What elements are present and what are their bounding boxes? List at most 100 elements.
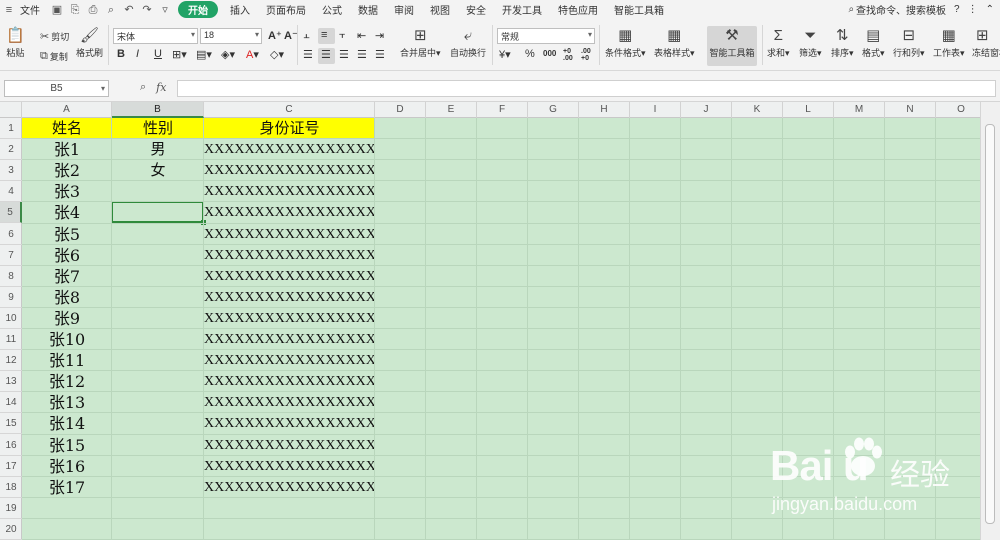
decrease-font-icon[interactable]: A⁻ — [284, 29, 298, 42]
cell-style-icon[interactable]: ▤▾ — [196, 48, 212, 61]
cell-id[interactable]: XXXXXXXXXXXXXXXXXX — [204, 308, 375, 329]
fx-icon[interactable]: fx — [156, 81, 166, 94]
cell-id[interactable]: XXXXXXXXXXXXXXXXXX — [204, 392, 375, 413]
scrollbar-thumb[interactable] — [985, 124, 995, 524]
currency-icon[interactable]: ¥▾ — [499, 48, 511, 61]
hamburger-icon[interactable]: ≡ — [3, 4, 15, 16]
column-header-m[interactable]: M — [834, 102, 885, 118]
collapse-ribbon-icon[interactable]: ⌃ — [986, 4, 994, 15]
copy-button[interactable]: ⧉ 复制 — [40, 50, 68, 63]
border-icon[interactable]: ⊞▾ — [172, 48, 187, 61]
column-header-l[interactable]: L — [783, 102, 834, 118]
row-header-16[interactable]: 16 — [0, 435, 22, 456]
row-header-8[interactable]: 8 — [0, 266, 22, 287]
print-icon[interactable]: ⎙ — [87, 4, 99, 16]
bold-button[interactable]: B — [117, 48, 125, 60]
cell-id[interactable]: XXXXXXXXXXXXXXXXXX — [204, 266, 375, 287]
cell-name[interactable]: 张5 — [22, 224, 112, 245]
cell-name[interactable]: 张16 — [22, 456, 112, 477]
cell-id[interactable]: XXXXXXXXXXXXXXXXXX — [204, 350, 375, 371]
row-header-19[interactable]: 19 — [0, 498, 22, 519]
row-header-11[interactable]: 11 — [0, 329, 22, 350]
row-header-10[interactable]: 10 — [0, 308, 22, 329]
sum-button[interactable]: Σ 求和▾ — [767, 27, 790, 59]
row-header-4[interactable]: 4 — [0, 181, 22, 203]
number-format-select[interactable]: 常规 ▾ — [497, 28, 595, 44]
increase-font-icon[interactable]: A⁺ — [268, 29, 282, 42]
underline-button[interactable]: U — [154, 48, 162, 60]
cell-name[interactable]: 张7 — [22, 266, 112, 287]
header-cell-name[interactable]: 姓名 — [22, 118, 112, 139]
header-cell-id[interactable]: 身份证号 — [204, 118, 375, 139]
cell-name[interactable]: 张11 — [22, 350, 112, 371]
cell-id[interactable]: XXXXXXXXXXXXXXXXXX — [204, 435, 375, 456]
tab-security[interactable]: 安全 — [458, 2, 494, 17]
row-col-button[interactable]: ⊟ 行和列▾ — [893, 27, 925, 59]
cell-id[interactable]: XXXXXXXXXXXXXXXXXX — [204, 181, 375, 202]
row-header-20[interactable]: 20 — [0, 519, 22, 540]
tab-smart-toolbox[interactable]: 智能工具箱 — [606, 2, 672, 17]
cell-id[interactable]: XXXXXXXXXXXXXXXXXX — [204, 224, 375, 245]
help-icon[interactable]: ? — [954, 4, 960, 15]
cell-id[interactable]: XXXXXXXXXXXXXXXXXX — [204, 139, 375, 160]
percent-icon[interactable]: % — [525, 48, 535, 60]
row-header-9[interactable]: 9 — [0, 287, 22, 308]
column-header-c[interactable]: C — [204, 102, 375, 118]
print-preview-icon[interactable]: ⌕ — [105, 4, 117, 16]
cell-id[interactable]: XXXXXXXXXXXXXXXXXX — [204, 160, 375, 181]
row-header-3[interactable]: 3 — [0, 160, 22, 182]
customize-icon[interactable]: ▿ — [159, 4, 171, 16]
thousands-icon[interactable]: 000 — [543, 49, 556, 58]
row-header-14[interactable]: 14 — [0, 392, 22, 414]
cell-id[interactable]: XXXXXXXXXXXXXXXXXX — [204, 477, 375, 498]
tab-special[interactable]: 特色应用 — [550, 2, 606, 17]
column-header-g[interactable]: G — [528, 102, 579, 118]
cell-id[interactable]: XXXXXXXXXXXXXXXXXX — [204, 456, 375, 477]
cell-name[interactable]: 张6 — [22, 245, 112, 266]
filter-button[interactable]: ⏷ 筛选▾ — [799, 27, 822, 59]
row-header-17[interactable]: 17 — [0, 456, 22, 477]
column-header-f[interactable]: F — [477, 102, 528, 118]
zoom-icon[interactable]: ⌕ — [140, 81, 146, 94]
redo-icon[interactable]: ↷ — [141, 4, 153, 16]
cell-name[interactable]: 张2 — [22, 160, 112, 181]
cell-name[interactable]: 张13 — [22, 392, 112, 413]
file-menu[interactable]: 文件 — [18, 2, 48, 17]
row-header-15[interactable]: 15 — [0, 413, 22, 435]
font-color-icon[interactable]: A▾ — [246, 48, 259, 61]
cell-gender[interactable]: 女 — [112, 160, 204, 181]
tab-home[interactable]: 开始 — [178, 1, 218, 18]
format-button[interactable]: ▤ 格式▾ — [862, 27, 885, 59]
save-icon[interactable]: ▣ — [51, 4, 63, 16]
tab-review[interactable]: 审阅 — [386, 2, 422, 17]
merge-center-button[interactable]: ⊞ 合并居中▾ — [400, 27, 441, 59]
cell-gender[interactable]: 男 — [112, 139, 204, 160]
cell-name[interactable]: 张12 — [22, 371, 112, 392]
row-header-5[interactable]: 5 — [0, 202, 22, 224]
active-cell-b5[interactable] — [111, 201, 206, 226]
column-header-j[interactable]: J — [681, 102, 732, 118]
cell-id[interactable]: XXXXXXXXXXXXXXXXXX — [204, 287, 375, 308]
paste-button[interactable]: 📋 粘贴 — [6, 27, 25, 59]
column-header-k[interactable]: K — [732, 102, 783, 118]
row-header-13[interactable]: 13 — [0, 371, 22, 393]
format-painter-button[interactable]: 🖌 格式刷 — [76, 27, 103, 59]
freeze-panes-button[interactable]: ⊞ 冻结窗格 — [972, 27, 1000, 59]
cell-id[interactable]: XXXXXXXXXXXXXXXXXX — [204, 202, 375, 223]
wrap-text-button[interactable]: ⤶ 自动换行 — [450, 27, 486, 59]
vertical-scrollbar[interactable] — [980, 102, 1000, 540]
tab-insert[interactable]: 插入 — [222, 2, 258, 17]
cell-id[interactable]: XXXXXXXXXXXXXXXXXX — [204, 245, 375, 266]
formula-input[interactable] — [177, 80, 996, 97]
cell-name[interactable]: 张1 — [22, 139, 112, 160]
export-icon[interactable]: ⎘ — [69, 4, 81, 16]
name-box[interactable]: B5 ▾ — [4, 80, 109, 97]
column-header-d[interactable]: D — [375, 102, 426, 118]
cell-name[interactable]: 张10 — [22, 329, 112, 350]
row-header-6[interactable]: 6 — [0, 224, 22, 245]
row-header-7[interactable]: 7 — [0, 245, 22, 266]
align-bottom-icon[interactable]: ⫟ — [339, 29, 346, 42]
align-top-icon[interactable]: ⫠ — [303, 29, 310, 42]
row-header-1[interactable]: 1 — [0, 118, 22, 139]
table-style-button[interactable]: ▦ 表格样式▾ — [654, 27, 695, 59]
